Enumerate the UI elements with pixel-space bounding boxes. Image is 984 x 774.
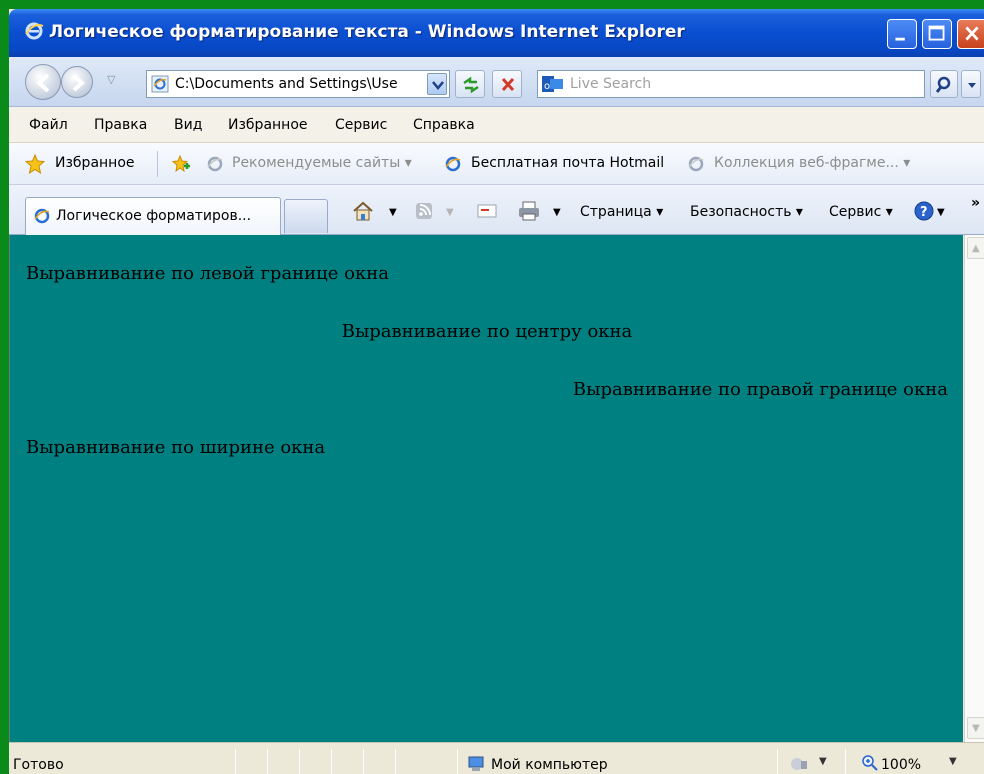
menu-favorites[interactable]: Избранное bbox=[228, 117, 308, 133]
scroll-up-button[interactable]: ▲ bbox=[967, 237, 984, 259]
ie-page-icon bbox=[207, 156, 223, 172]
fav-hotmail[interactable]: Бесплатная почта Hotmail bbox=[471, 155, 664, 171]
zoom-icon[interactable] bbox=[861, 754, 879, 772]
print-dropdown[interactable]: ▼ bbox=[553, 207, 561, 218]
ie-page-icon bbox=[688, 156, 704, 172]
back-arrow-icon bbox=[35, 73, 50, 93]
address-dropdown-button[interactable] bbox=[427, 73, 447, 95]
menu-help[interactable]: Справка bbox=[413, 117, 475, 133]
status-separator bbox=[395, 749, 396, 774]
chevron-down-icon bbox=[968, 83, 976, 88]
print-icon[interactable] bbox=[517, 200, 541, 222]
tab-active[interactable]: Логическое форматиров... bbox=[25, 197, 281, 235]
search-box[interactable]: o bbox=[537, 70, 925, 98]
justified-text: Выравнивание по ширине окна bbox=[26, 437, 326, 458]
ie-page-icon bbox=[151, 75, 169, 93]
ie-logo-icon bbox=[25, 22, 44, 40]
stop-icon bbox=[501, 77, 515, 92]
status-separator bbox=[845, 749, 846, 774]
tab-row: Логическое форматиров... ▼ ▼ ▼ Страница … bbox=[9, 185, 984, 235]
close-button[interactable] bbox=[957, 19, 984, 49]
address-bar[interactable]: C:\Documents and Settings\Use bbox=[146, 70, 450, 98]
add-favorites-icon[interactable] bbox=[171, 154, 191, 174]
favorites-button[interactable]: Избранное bbox=[55, 155, 135, 171]
status-separator bbox=[235, 749, 236, 774]
security-zone-label[interactable]: Мой компьютер bbox=[491, 757, 608, 773]
status-separator bbox=[457, 749, 458, 774]
page-content: Выравнивание по левой границе окна Вырав… bbox=[9, 235, 963, 742]
status-separator bbox=[331, 749, 332, 774]
status-separator bbox=[299, 749, 300, 774]
ie-page-icon bbox=[445, 156, 461, 172]
title-bar[interactable]: Логическое форматирование текста - Windo… bbox=[9, 9, 984, 57]
search-options-dropdown[interactable] bbox=[961, 70, 981, 98]
fav-web-slice-gallery[interactable]: Коллекция веб-фрагме... ▾ bbox=[714, 155, 910, 171]
live-search-icon: o bbox=[542, 76, 563, 92]
svg-text:?: ? bbox=[920, 205, 928, 220]
window-title: Логическое форматирование текста - Windo… bbox=[49, 22, 685, 42]
favbar-divider bbox=[157, 151, 158, 177]
search-input[interactable] bbox=[570, 74, 910, 94]
refresh-button[interactable] bbox=[455, 70, 485, 98]
protected-mode-dropdown[interactable]: ▼ bbox=[819, 756, 827, 767]
scroll-down-button[interactable]: ▼ bbox=[967, 717, 984, 739]
zoom-dropdown[interactable]: ▼ bbox=[949, 756, 957, 767]
left-aligned-text: Выравнивание по левой границе окна bbox=[26, 263, 389, 284]
menu-tools[interactable]: Сервис bbox=[335, 117, 387, 133]
favorites-bar: Избранное Рекомендуемые сайты ▾ Бесплатн… bbox=[9, 143, 984, 185]
my-computer-icon bbox=[468, 756, 484, 771]
refresh-icon bbox=[463, 76, 479, 94]
safety-menu[interactable]: Безопасность ▾ bbox=[690, 204, 803, 220]
forward-button[interactable] bbox=[61, 66, 93, 98]
minimize-icon bbox=[895, 37, 905, 41]
home-dropdown[interactable]: ▼ bbox=[389, 207, 397, 218]
menu-edit[interactable]: Правка bbox=[94, 117, 147, 133]
menu-file[interactable]: Файл bbox=[29, 117, 68, 133]
browser-window: Логическое форматирование текста - Windo… bbox=[9, 9, 984, 774]
tools-menu[interactable]: Сервис ▾ bbox=[829, 204, 893, 220]
status-bar: Готово Мой компьютер ▼ 100% ▼ bbox=[9, 742, 984, 774]
stop-button[interactable] bbox=[492, 70, 522, 98]
menu-bar: Файл Правка Вид Избранное Сервис Справка bbox=[9, 107, 984, 143]
tab-label: Логическое форматиров... bbox=[56, 208, 252, 224]
minimize-button[interactable] bbox=[887, 19, 917, 49]
chevron-down-icon bbox=[432, 81, 444, 90]
right-aligned-text: Выравнивание по правой границе окна bbox=[572, 379, 948, 400]
more-commands-button[interactable]: » bbox=[971, 195, 980, 211]
ie-page-icon bbox=[34, 208, 50, 224]
svg-text:o: o bbox=[544, 81, 550, 92]
center-aligned-text: Выравнивание по центру окна bbox=[341, 321, 633, 342]
status-separator bbox=[777, 749, 778, 774]
new-tab-button[interactable] bbox=[284, 199, 328, 233]
status-text: Готово bbox=[13, 757, 64, 773]
navigation-bar: ▽ C:\Documents and Settings\Use o Live S… bbox=[9, 57, 984, 107]
favorites-star-icon bbox=[25, 154, 45, 174]
maximize-icon bbox=[928, 25, 945, 41]
back-button[interactable] bbox=[25, 64, 61, 100]
page-menu[interactable]: Страница ▾ bbox=[580, 204, 663, 220]
zoom-level[interactable]: 100% bbox=[881, 757, 921, 773]
status-separator bbox=[363, 749, 364, 774]
vertical-scrollbar[interactable]: ▲ ▼ bbox=[964, 235, 984, 742]
chevron-down-icon: ▼ bbox=[972, 723, 980, 734]
feeds-icon[interactable] bbox=[413, 200, 437, 222]
fav-suggested-sites[interactable]: Рекомендуемые сайты ▾ bbox=[232, 155, 412, 171]
help-icon[interactable]: ? bbox=[913, 200, 937, 222]
protected-mode-icon[interactable] bbox=[789, 755, 809, 773]
chevron-up-icon: ▲ bbox=[972, 243, 980, 254]
address-url[interactable]: C:\Documents and Settings\Use bbox=[175, 76, 425, 92]
help-dropdown[interactable]: ▼ bbox=[937, 207, 945, 218]
magnifier-icon bbox=[935, 76, 951, 93]
close-icon bbox=[965, 26, 979, 41]
recent-pages-dropdown[interactable]: ▽ bbox=[107, 73, 121, 87]
status-separator bbox=[267, 749, 268, 774]
forward-arrow-icon bbox=[72, 74, 86, 92]
maximize-button[interactable] bbox=[922, 19, 952, 49]
read-mail-icon[interactable] bbox=[475, 200, 499, 222]
feeds-dropdown[interactable]: ▼ bbox=[446, 207, 454, 218]
home-icon[interactable] bbox=[351, 200, 375, 222]
search-go-button[interactable] bbox=[930, 70, 958, 98]
menu-view[interactable]: Вид bbox=[174, 117, 202, 133]
